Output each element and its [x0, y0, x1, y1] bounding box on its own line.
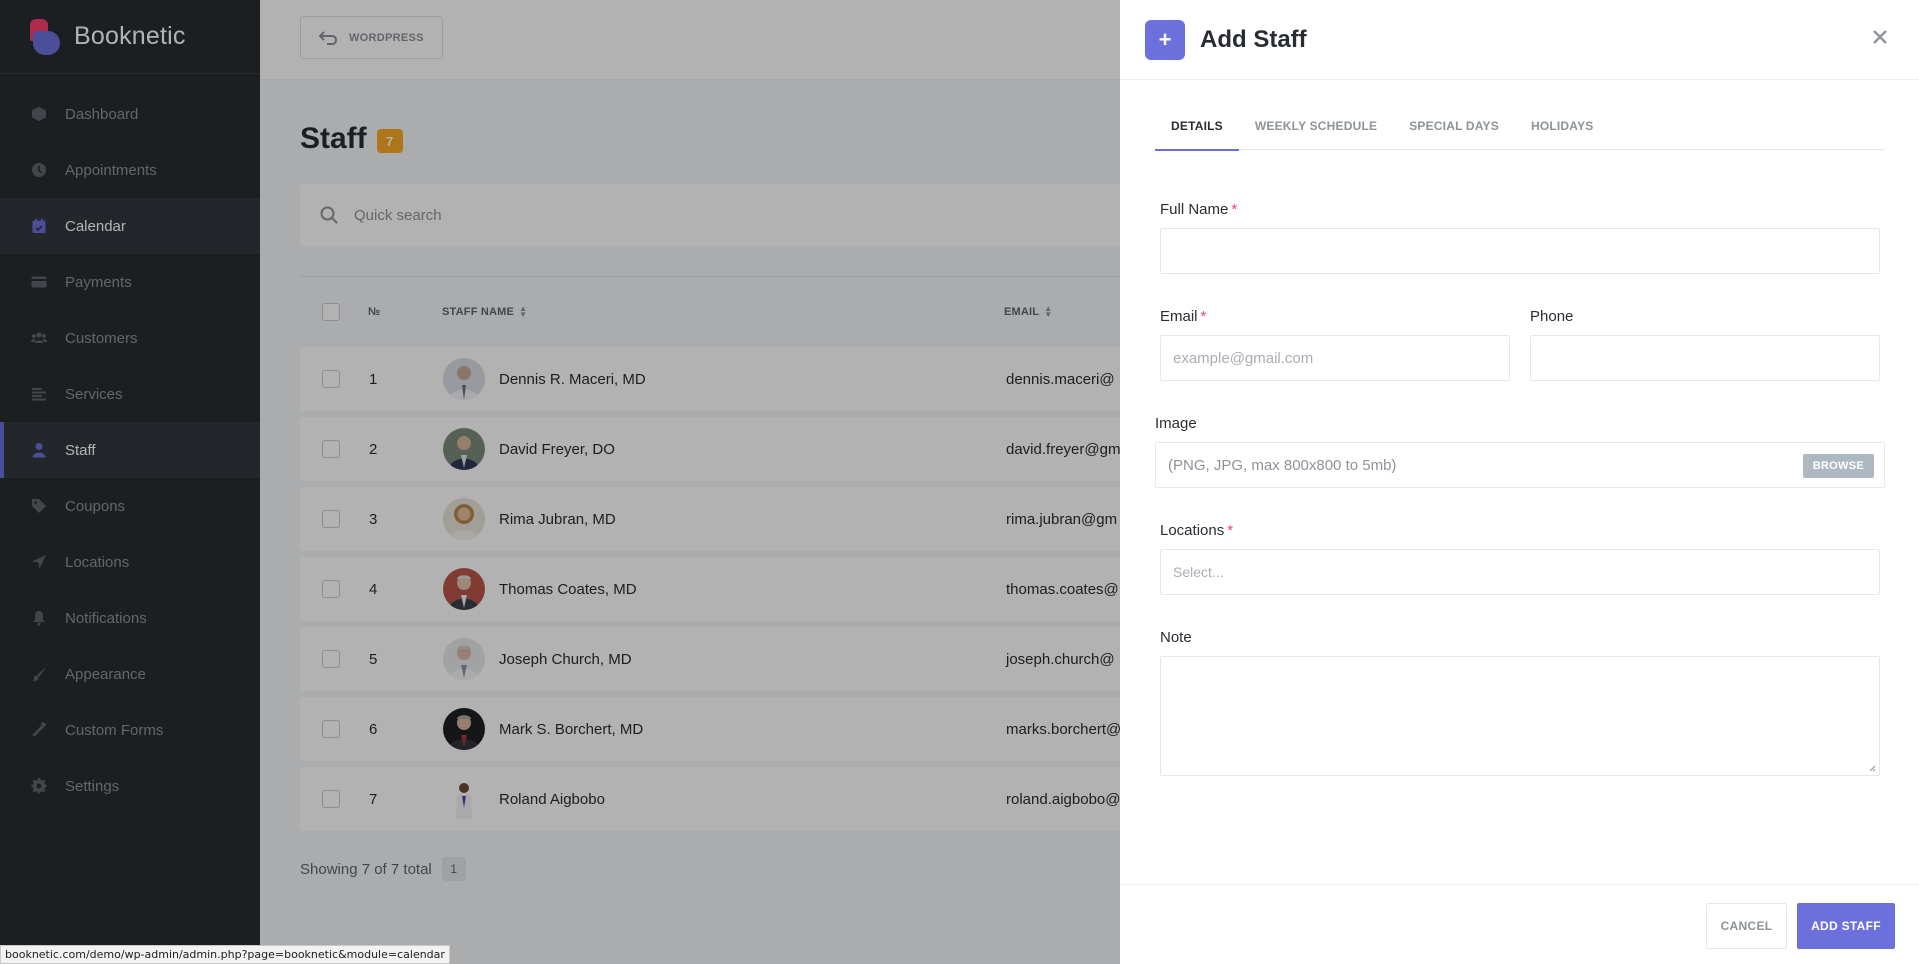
panel-footer: CANCEL ADD STAFF: [1120, 884, 1919, 964]
browse-button[interactable]: BROWSE: [1802, 454, 1874, 478]
cancel-button[interactable]: CANCEL: [1706, 903, 1787, 949]
add-staff-panel: + Add Staff DETAILS WEEKLY SCHEDULE SPEC…: [1120, 0, 1919, 964]
tab-weekly-schedule[interactable]: WEEKLY SCHEDULE: [1239, 114, 1393, 150]
locations-select-placeholder: Select...: [1173, 564, 1224, 580]
modal-backdrop[interactable]: [0, 0, 1120, 964]
resize-handle-icon[interactable]: [1868, 764, 1876, 772]
image-upload-field[interactable]: (PNG, JPG, max 800x800 to 5mb) BROWSE: [1155, 442, 1885, 488]
locations-label: Locations *: [1160, 522, 1233, 539]
required-marker: *: [1227, 522, 1234, 539]
close-button[interactable]: [1870, 27, 1890, 47]
phone-field: [1530, 335, 1880, 381]
note-label: Note: [1160, 629, 1192, 646]
tab-special-days[interactable]: SPECIAL DAYS: [1393, 114, 1515, 150]
locations-select[interactable]: Select...: [1160, 549, 1880, 595]
email-label: Email *: [1160, 308, 1206, 325]
add-staff-button[interactable]: ADD STAFF: [1797, 903, 1895, 949]
full-name-label: Full Name *: [1160, 201, 1237, 218]
panel-tabs: DETAILS WEEKLY SCHEDULE SPECIAL DAYS HOL…: [1155, 114, 1885, 151]
image-label: Image: [1155, 415, 1197, 432]
note-textarea-wrap: [1160, 656, 1880, 776]
plus-icon: +: [1145, 19, 1185, 60]
panel-title: Add Staff: [1200, 25, 1307, 53]
email-input[interactable]: [1173, 349, 1509, 367]
note-textarea[interactable]: [1161, 657, 1879, 775]
tab-details[interactable]: DETAILS: [1155, 114, 1239, 151]
image-upload-hint: (PNG, JPG, max 800x800 to 5mb): [1168, 456, 1397, 474]
required-marker: *: [1231, 201, 1238, 218]
tab-holidays[interactable]: HOLIDAYS: [1515, 114, 1610, 150]
browser-status-url: booknetic.com/demo/wp-admin/admin.php?pa…: [0, 945, 450, 964]
phone-input[interactable]: [1543, 349, 1879, 367]
full-name-field: [1160, 228, 1880, 274]
close-icon: [1873, 30, 1887, 44]
email-label-text: Email: [1160, 308, 1198, 325]
full-name-input[interactable]: [1173, 242, 1879, 260]
panel-header: + Add Staff: [1120, 0, 1919, 80]
email-field: [1160, 335, 1510, 381]
required-marker: *: [1200, 308, 1207, 325]
full-name-label-text: Full Name: [1160, 201, 1229, 218]
locations-label-text: Locations: [1160, 522, 1225, 539]
phone-label: Phone: [1530, 308, 1574, 325]
